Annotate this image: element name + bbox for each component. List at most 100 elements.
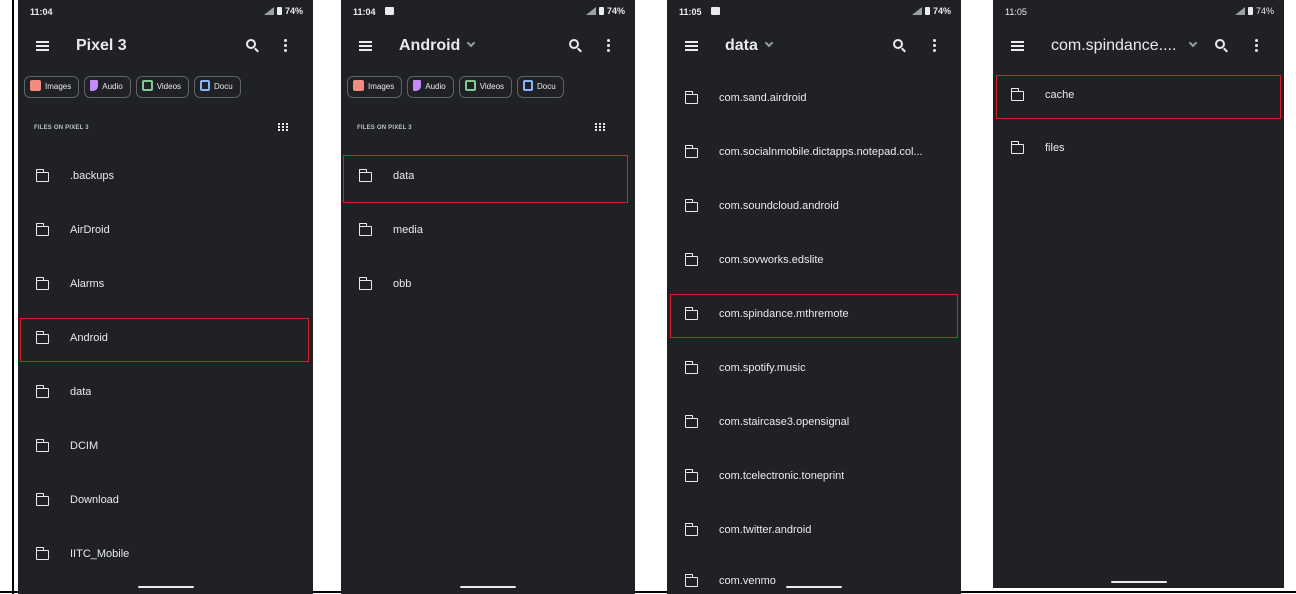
menu-icon[interactable] (685, 41, 698, 51)
folder-icon (35, 385, 49, 398)
battery-percent: 74% (932, 6, 951, 16)
notification-icon (711, 7, 720, 15)
category-chips: Images Audio Videos Docu (24, 76, 246, 100)
folder-icon (684, 91, 698, 104)
list-item-com-spindance[interactable]: com.spindance.mthremote (667, 296, 961, 336)
documents-icon (200, 80, 211, 91)
more-options-icon[interactable] (1255, 39, 1258, 42)
folder-icon (684, 574, 698, 587)
list-item-com-staircase3[interactable]: com.staircase3.opensignal (667, 404, 961, 444)
menu-icon[interactable] (1011, 41, 1024, 51)
chip-audio[interactable]: Audio (407, 76, 454, 98)
audio-icon (413, 80, 422, 91)
list-item-android[interactable]: Android (18, 320, 313, 360)
search-icon[interactable] (893, 39, 903, 49)
menu-icon[interactable] (36, 41, 49, 51)
notification-icon (385, 7, 394, 15)
status-bar: 11:04 74% (18, 0, 313, 24)
folder-icon (684, 307, 698, 320)
list-item-airdroid[interactable]: AirDroid (18, 212, 313, 252)
folder-icon (684, 145, 698, 158)
category-chips: Images Audio Videos Docu (347, 76, 569, 100)
more-options-icon[interactable] (284, 39, 287, 42)
list-item-data[interactable]: data (18, 374, 313, 414)
list-item-alarms[interactable]: Alarms (18, 266, 313, 306)
folder-title[interactable]: Android (399, 37, 476, 55)
gesture-nav-bar[interactable] (460, 586, 516, 588)
search-icon[interactable] (569, 39, 579, 49)
folder-icon (35, 439, 49, 452)
chip-images[interactable]: Images (347, 76, 403, 98)
battery-percent: 74% (284, 6, 303, 16)
chip-documents[interactable]: Docu (194, 76, 241, 98)
list-item-com-tcelectronic[interactable]: com.tcelectronic.toneprint (667, 458, 961, 498)
folder-icon (358, 169, 372, 182)
search-icon[interactable] (246, 39, 256, 49)
audio-icon (90, 80, 99, 91)
list-item-download[interactable]: Download (18, 482, 313, 522)
folder-icon (35, 169, 49, 182)
gesture-nav-bar[interactable] (137, 586, 194, 588)
gesture-nav-bar[interactable] (786, 586, 842, 588)
folder-icon (35, 223, 49, 236)
wifi-icon (585, 7, 596, 15)
list-item-obb[interactable]: obb (341, 266, 635, 306)
folder-icon (684, 361, 698, 374)
videos-icon (141, 80, 153, 91)
list-item-com-twitter[interactable]: com.twitter.android (667, 512, 961, 552)
list-item-cache[interactable]: cache (993, 77, 1284, 117)
folder-title[interactable]: data (725, 37, 774, 55)
section-label: FILES ON PIXEL 3 (34, 125, 89, 131)
list-item-com-spotify[interactable]: com.spotify.music (667, 350, 961, 390)
grid-view-icon[interactable] (595, 123, 605, 131)
phone-screen-2: 11:04 74% Android Images Audio Videos Docu … (341, 0, 635, 594)
list-item-iitc-mobile[interactable]: IITC_Mobile (18, 536, 313, 576)
status-bar: 11:05 74% (667, 0, 961, 24)
folder-icon (358, 223, 372, 236)
chip-videos[interactable]: Videos (458, 76, 513, 98)
phone-screen-1: 11:04 74% Pixel 3 Images Audio Videos Docu … (18, 0, 313, 594)
folder-icon (35, 277, 49, 290)
list-item-com-soundcloud[interactable]: com.soundcloud.android (667, 188, 961, 228)
battery-icon (598, 7, 604, 15)
list-item-data[interactable]: data (341, 158, 635, 198)
app-bar: com.spindance.... (993, 30, 1284, 64)
list-item-com-sand-airdroid[interactable]: com.sand.airdroid (667, 80, 961, 120)
more-options-icon[interactable] (607, 39, 610, 42)
status-bar: 11:04 74% (341, 0, 635, 24)
folder-icon (684, 253, 698, 266)
status-bar: 11:05 74% (993, 0, 1284, 24)
folder-icon (1010, 141, 1024, 154)
more-options-icon[interactable] (933, 39, 936, 42)
battery-icon (276, 7, 282, 15)
folder-title[interactable]: com.spindance.... (1051, 37, 1198, 55)
status-time: 11:04 (30, 7, 53, 17)
list-item-dcim[interactable]: DCIM (18, 428, 313, 468)
search-icon[interactable] (1215, 39, 1225, 49)
list-item-files[interactable]: files (993, 130, 1284, 170)
folder-icon (1010, 88, 1024, 101)
menu-icon[interactable] (359, 41, 372, 51)
chip-images[interactable]: Images (24, 76, 80, 98)
list-item-backups[interactable]: .backups (18, 158, 313, 198)
documents-icon (523, 80, 534, 91)
battery-percent: 74% (606, 6, 625, 16)
folder-icon (684, 199, 698, 212)
chip-videos[interactable]: Videos (135, 76, 190, 98)
list-item-com-venmo[interactable]: com.venmo (667, 563, 961, 594)
list-item-com-sovworks[interactable]: com.sovworks.edslite (667, 242, 961, 282)
battery-percent: 74% (1255, 6, 1274, 16)
list-item-media[interactable]: media (341, 212, 635, 252)
folder-icon (684, 469, 698, 482)
list-item-com-socialnmobile[interactable]: com.socialnmobile.dictapps.notepad.col..… (667, 134, 961, 174)
chip-documents[interactable]: Docu (517, 76, 564, 98)
chip-audio[interactable]: Audio (84, 76, 131, 98)
wifi-icon (1234, 7, 1245, 15)
battery-icon (924, 7, 930, 15)
folder-icon (684, 415, 698, 428)
grid-view-icon[interactable] (278, 123, 288, 131)
chevron-down-icon (467, 38, 476, 48)
gesture-nav-bar[interactable] (1110, 581, 1167, 583)
folder-icon (35, 331, 49, 344)
wifi-icon (911, 7, 922, 15)
